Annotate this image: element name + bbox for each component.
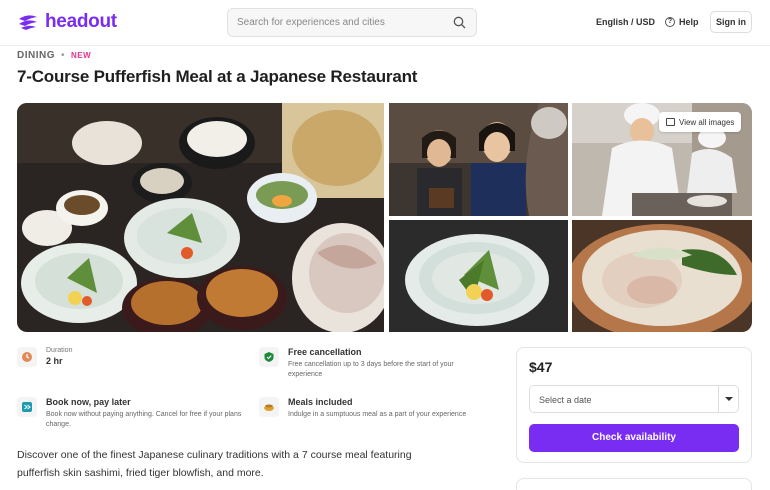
book-now-title: Book now, pay later: [46, 397, 131, 407]
help-icon: ?: [665, 17, 675, 27]
free-cancellation-title: Free cancellation: [288, 347, 362, 357]
experience-description: Discover one of the finest Japanese culi…: [17, 449, 412, 479]
feature-duration: Duration 2 hr: [17, 347, 72, 367]
feature-meals-included: Meals included Indulge in a sumptuous me…: [259, 397, 489, 420]
check-availability-button[interactable]: Check availability: [529, 424, 739, 452]
gallery-image-main[interactable]: [17, 103, 384, 332]
booking-card: $47 Select a date Check availability: [516, 347, 752, 463]
date-select[interactable]: Select a date: [529, 385, 739, 413]
pay-later-icon: [17, 397, 37, 417]
language-currency-selector[interactable]: English / USD: [596, 17, 655, 27]
gallery-image-diners[interactable]: [389, 103, 568, 216]
logo-mark-icon: [19, 15, 37, 30]
gallery-image-sashimi[interactable]: [389, 220, 568, 332]
top-header: headout English / USD ? Help Sign in: [0, 0, 770, 46]
duration-label: Duration: [46, 347, 73, 354]
clock-icon: [17, 347, 37, 367]
meals-title: Meals included: [288, 397, 353, 407]
free-cancellation-desc: Free cancellation up to 3 days before th…: [288, 361, 454, 378]
image-gallery: [17, 103, 752, 332]
page-title: 7-Course Pufferfish Meal at a Japanese R…: [17, 67, 418, 86]
breadcrumb: DINING • NEW: [17, 50, 91, 61]
search-bar[interactable]: [227, 8, 477, 37]
search-input[interactable]: [237, 9, 447, 36]
gallery-image-hotpot[interactable]: [572, 220, 752, 332]
sign-in-button[interactable]: Sign in: [710, 11, 752, 33]
image-icon: [666, 118, 675, 126]
book-now-desc: Book now without paying anything. Cancel…: [46, 411, 242, 428]
meals-desc: Indulge in a sumptuous meal as a part of…: [288, 411, 467, 418]
new-badge: NEW: [71, 51, 92, 60]
search-icon[interactable]: [453, 16, 466, 29]
feature-book-now-pay-later: Book now, pay later Book now without pay…: [17, 397, 247, 430]
date-select-placeholder: Select a date: [539, 395, 592, 405]
view-all-images-button[interactable]: View all images: [659, 112, 742, 132]
shield-check-icon: [259, 347, 279, 367]
breadcrumb-separator: •: [61, 50, 66, 61]
breadcrumb-category[interactable]: DINING: [17, 50, 55, 61]
secondary-card: [516, 478, 752, 490]
headout-logo[interactable]: headout: [17, 11, 117, 33]
brand-name: headout: [45, 11, 117, 32]
view-all-images-label: View all images: [679, 117, 735, 127]
price: $47: [529, 359, 553, 375]
help-link[interactable]: ? Help: [665, 17, 699, 27]
feature-free-cancellation: Free cancellation Free cancellation up t…: [259, 347, 489, 380]
meal-bowl-icon: [259, 397, 279, 417]
chevron-down-icon[interactable]: [718, 386, 738, 412]
duration-value: 2 hr: [46, 356, 63, 366]
help-label: Help: [679, 17, 699, 27]
